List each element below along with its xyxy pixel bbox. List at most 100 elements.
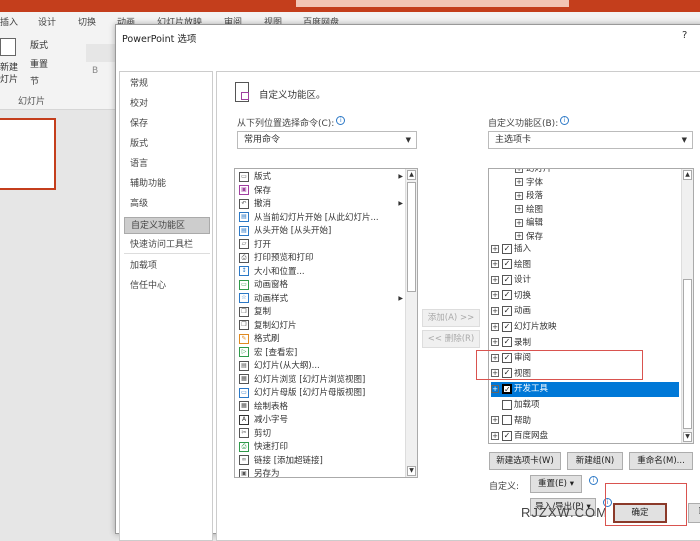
command-item[interactable]: ▣ 另存为 — [239, 468, 280, 477]
command-item[interactable]: A 减小字号 — [239, 414, 288, 427]
command-item[interactable]: ▤ 从头开始 [从头开始] — [239, 225, 331, 238]
command-item[interactable]: ▤ 幻灯片(从大纲)... — [239, 360, 320, 373]
command-item[interactable]: ▦ 幻灯片浏览 [幻灯片浏览视图] — [239, 374, 365, 387]
tab-transitions[interactable]: 切换 — [78, 15, 96, 28]
expand-icon[interactable]: + — [515, 178, 523, 186]
tab-checkbox[interactable] — [502, 399, 512, 410]
tab-checkbox[interactable] — [502, 415, 512, 426]
expand-icon[interactable]: + — [515, 205, 523, 213]
scroll-thumb[interactable] — [407, 182, 416, 292]
expand-icon[interactable]: + — [515, 218, 523, 227]
choose-commands-select[interactable]: 常用命令 ▼ — [237, 131, 417, 149]
command-item[interactable]: ❐ 复制幻灯片 — [239, 320, 297, 333]
expand-icon[interactable]: + — [491, 384, 499, 393]
tree-tab-item[interactable]: + 帮助 — [491, 414, 679, 429]
nav-trust-center[interactable]: 信任中心 — [124, 278, 210, 295]
nav-proofing[interactable]: 校对 — [124, 96, 210, 113]
tree-tab-item[interactable]: + ✓ 幻灯片放映 — [491, 320, 679, 335]
new-group-button[interactable]: 新建组(N) — [567, 452, 623, 470]
tab-checkbox[interactable]: ✓ — [502, 305, 512, 316]
nav-save[interactable]: 保存 — [124, 116, 210, 133]
tab-checkbox[interactable]: ✓ — [502, 383, 512, 394]
tree-tab-item[interactable]: 加载项 — [491, 398, 679, 413]
remove-button[interactable]: << 删除(R) — [422, 330, 480, 348]
tab-checkbox[interactable]: ✓ — [502, 290, 512, 301]
scroll-up-icon[interactable]: ▲ — [683, 170, 692, 180]
command-item[interactable]: ⎙ 打印预览和打印 — [239, 252, 314, 265]
expand-icon[interactable]: + — [491, 431, 499, 440]
customize-ribbon-select[interactable]: 主选项卡 ▼ — [488, 131, 693, 149]
command-item[interactable]: ▭ 幻灯片母版 [幻灯片母版视图] — [239, 387, 365, 400]
tree-tab-item[interactable]: + ✓ 切换 — [491, 289, 679, 304]
tree-tab-item[interactable]: + ✓ 开发工具 — [491, 382, 679, 398]
new-tab-button[interactable]: 新建选项卡(W) — [489, 452, 561, 470]
command-item[interactable]: ↶ 撤消 — [239, 198, 271, 211]
nav-layout[interactable]: 版式 — [124, 136, 210, 153]
command-item[interactable]: ⎙ 快速打印 — [239, 441, 288, 454]
reset-button[interactable]: 重置 — [30, 57, 48, 70]
help-button[interactable]: ? — [682, 30, 687, 41]
tab-checkbox[interactable]: ✓ — [502, 321, 512, 332]
command-item[interactable]: ☆ 动画样式 — [239, 293, 288, 306]
tree-tab-item[interactable]: + ✓ 录制 — [491, 336, 679, 351]
command-item[interactable]: ▷ 宏 [查看宏] — [239, 347, 297, 360]
scroll-down-icon[interactable]: ▼ — [683, 432, 692, 442]
nav-general[interactable]: 常规 — [124, 76, 210, 93]
expand-icon[interactable]: + — [515, 191, 523, 200]
nav-language[interactable]: 语言 — [124, 156, 210, 173]
tab-checkbox[interactable]: ✓ — [502, 430, 512, 441]
scroll-down-icon[interactable]: ▼ — [407, 466, 416, 476]
command-item[interactable]: ∞ 链接 [添加超链接] — [239, 455, 323, 468]
expand-icon[interactable]: + — [491, 291, 499, 300]
tree-tab-item[interactable]: + ✓ 百度网盘 — [491, 429, 679, 443]
command-item[interactable]: ▤ 从当前幻灯片开始 [从此幻灯片... — [239, 212, 379, 225]
expand-icon[interactable]: + — [515, 169, 523, 173]
commands-list[interactable]: ▲ ▼ ▭ 版式 ▶ ▣ 保存 ↶ 撤消 ▶ ▤ 从当前幻灯片开始 [从此幻灯片... ▤ 从头开始 [… — [234, 168, 418, 478]
command-item[interactable]: ✂ 剪切 — [239, 428, 271, 441]
command-item[interactable]: ▭ 版式 — [239, 171, 271, 184]
reset-dropdown[interactable]: 重置(E) ▾ — [530, 475, 582, 493]
expand-icon[interactable]: + — [491, 244, 499, 253]
expand-icon[interactable]: + — [491, 322, 499, 331]
expand-icon[interactable]: + — [515, 232, 523, 240]
tab-checkbox[interactable]: ✓ — [502, 243, 512, 254]
command-item[interactable]: ▭ 动画窗格 — [239, 279, 288, 292]
expand-icon[interactable]: + — [491, 275, 499, 284]
command-item[interactable]: ▱ 打开 — [239, 239, 271, 252]
nav-customize-ribbon[interactable]: 自定义功能区 — [124, 217, 210, 234]
command-item[interactable]: ↕ 大小和位置... — [239, 266, 305, 279]
ribbon-tree[interactable]: ▲ ▼ + 幻灯片 + 字体 + 段落 + 绘图 + 编辑 + 保存 + ✓ 插入 + ✓ 绘图 + ✓ 设计 + ✓ 切换 + ✓… — [488, 168, 694, 444]
expand-icon[interactable]: + — [491, 338, 499, 347]
tab-checkbox[interactable]: ✓ — [502, 259, 512, 270]
nav-quick-access[interactable]: 快速访问工具栏 — [124, 237, 210, 254]
nav-advanced[interactable]: 高级 — [124, 196, 210, 213]
nav-addins[interactable]: 加载项 — [124, 258, 210, 275]
bold-button[interactable]: B — [92, 66, 98, 76]
tab-insert[interactable]: 插入 — [0, 15, 18, 28]
expand-icon[interactable]: + — [491, 306, 499, 315]
tab-checkbox[interactable]: ✓ — [502, 337, 512, 348]
expand-icon[interactable]: + — [491, 416, 499, 425]
tree-tab-item[interactable]: + ✓ 插入 — [491, 242, 679, 257]
rename-button[interactable]: 重命名(M)... — [629, 452, 693, 470]
tree-scrollbar[interactable]: ▲ ▼ — [681, 169, 693, 443]
layout-button[interactable]: 版式 — [30, 38, 48, 51]
scroll-up-icon[interactable]: ▲ — [407, 170, 416, 180]
command-item[interactable]: ✎ 格式刷 — [239, 333, 280, 346]
search-box[interactable] — [296, 0, 569, 7]
scroll-thumb[interactable] — [683, 279, 692, 429]
add-button[interactable]: 添加(A) >> — [422, 309, 480, 327]
tab-checkbox[interactable]: ✓ — [502, 274, 512, 285]
tab-design[interactable]: 设计 — [38, 15, 56, 28]
nav-accessibility[interactable]: 辅助功能 — [124, 176, 210, 193]
cancel-button[interactable]: 取 — [688, 503, 700, 523]
tree-tab-item[interactable]: + ✓ 绘图 — [491, 258, 679, 273]
font-box[interactable] — [86, 44, 116, 62]
tree-tab-item[interactable]: + ✓ 动画 — [491, 304, 679, 319]
command-item[interactable]: ❐ 复制 — [239, 306, 271, 319]
command-item[interactable]: ▣ 保存 — [239, 185, 271, 198]
expand-icon[interactable]: + — [491, 260, 499, 269]
command-item[interactable]: ▦ 绘制表格 — [239, 401, 288, 414]
tree-tab-item[interactable]: + ✓ 设计 — [491, 273, 679, 288]
slide-thumbnail[interactable] — [0, 118, 56, 190]
